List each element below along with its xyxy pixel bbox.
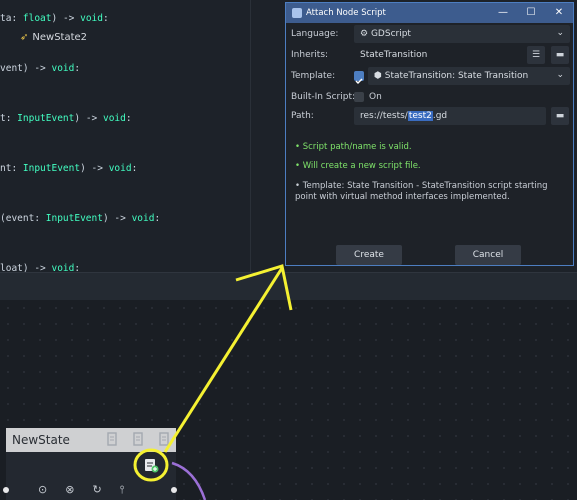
reload-icon[interactable]: ↻ <box>92 483 101 497</box>
input-port[interactable] <box>3 487 9 493</box>
template-select[interactable]: ⬢ StateTransition: State Transition ⌄ <box>368 67 570 85</box>
node-title: NewState <box>12 433 70 447</box>
inherits-field[interactable]: StateTransition <box>354 46 522 64</box>
node-state-row[interactable]: ➶ NewState2 <box>20 32 87 43</box>
builtin-checkbox[interactable] <box>354 92 364 102</box>
new-file-message: • Will create a new script file. <box>295 161 421 171</box>
maximize-button[interactable]: ☐ <box>517 3 545 23</box>
cube-icon: ⬢ <box>374 71 382 81</box>
path-extension: .gd <box>432 111 448 121</box>
template-value: StateTransition: State Transition <box>384 71 529 81</box>
gear-icon: ⚙ <box>360 29 369 39</box>
cancel-button[interactable]: Cancel <box>455 245 521 265</box>
code-line[interactable]: (event: InputEvent) -> void: <box>0 213 160 224</box>
dialog-title: Attach Node Script <box>306 8 386 18</box>
language-select[interactable]: ⚙ GDScript ⌄ <box>354 25 570 43</box>
code-line[interactable]: nt: InputEvent) -> void: <box>0 163 137 174</box>
template-info-message: • Template: State Transition - StateTran… <box>295 181 548 202</box>
attach-node-script-dialog: Attach Node Script — ☐ ✕ Language: ⚙ GDS… <box>285 2 574 266</box>
folder-icon[interactable]: ▬ <box>551 107 569 125</box>
builtin-on-label: On <box>369 92 382 102</box>
code-line[interactable]: ta: float) -> void: <box>0 13 109 24</box>
chevron-down-icon: ⌄ <box>556 28 564 38</box>
script-icon <box>106 432 118 447</box>
editor-divider <box>250 0 251 272</box>
path-selection: test2 <box>407 111 433 121</box>
create-button[interactable]: Create <box>336 245 402 265</box>
valid-message: • Script path/name is valid. <box>295 142 412 152</box>
chevron-down-icon: ⌄ <box>556 70 564 80</box>
path-input[interactable]: res://tests/test2.gd <box>354 107 546 125</box>
node-toolbar: ⊙ ⊗ ↻ ⫯ <box>38 483 124 497</box>
script-icon <box>158 432 170 447</box>
inherits-label: Inherits: <box>291 50 329 60</box>
node-title-bar[interactable]: NewState <box>6 428 176 452</box>
language-value: GDScript <box>370 29 411 39</box>
code-line[interactable]: vent) -> void: <box>0 63 80 74</box>
folder-icon[interactable]: ▬ <box>551 46 569 64</box>
play-icon[interactable]: ⊙ <box>38 483 47 497</box>
editor-status-bar <box>0 272 577 300</box>
state-transition-icon: ➶ <box>20 32 29 43</box>
inherits-value: StateTransition <box>360 50 428 60</box>
stop-icon[interactable]: ⊗ <box>65 483 74 497</box>
template-label: Template: <box>291 71 336 81</box>
hierarchy-icon[interactable]: ☰ <box>527 46 545 64</box>
attach-script-icon[interactable] <box>143 457 159 473</box>
template-checkbox[interactable] <box>354 71 364 85</box>
path-label: Path: <box>291 111 314 121</box>
godot-icon <box>292 8 302 18</box>
code-line[interactable]: t: InputEvent) -> void: <box>0 113 132 124</box>
close-button[interactable]: ✕ <box>545 3 573 23</box>
pin-icon[interactable]: ⫯ <box>120 483 125 497</box>
state-label: NewState2 <box>32 32 88 43</box>
script-icon <box>132 432 144 447</box>
output-port[interactable] <box>171 487 177 493</box>
language-label: Language: <box>291 29 339 39</box>
dialog-titlebar[interactable]: Attach Node Script — ☐ ✕ <box>286 3 573 23</box>
builtin-label: Built-In Script: <box>291 92 356 102</box>
path-prefix: res://tests/ <box>360 111 408 121</box>
minimize-button[interactable]: — <box>489 3 517 23</box>
